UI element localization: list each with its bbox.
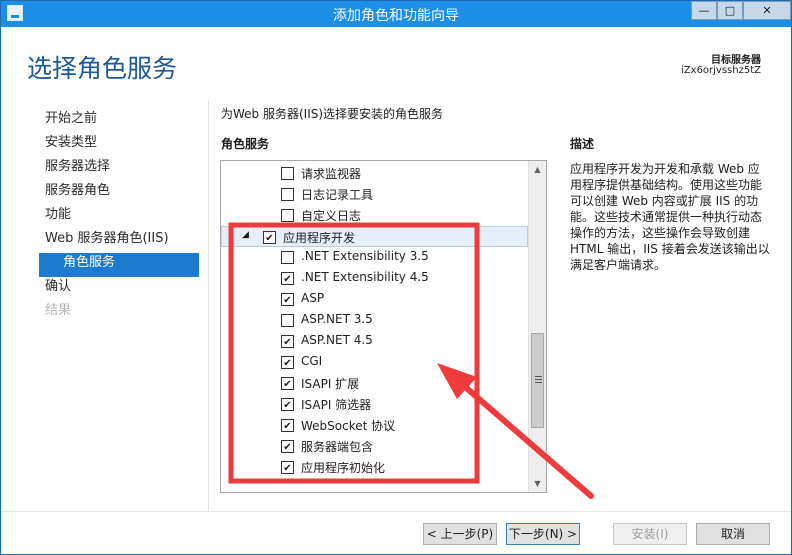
tree-row-label: .NET Extensibility 3.5 <box>301 249 429 263</box>
tree-row-label: CGI <box>301 354 323 368</box>
checkbox[interactable] <box>281 335 294 348</box>
tree-row-app-development[interactable]: ◢ 应用程序开发 <box>221 226 528 247</box>
nav-item-features[interactable]: 功能 <box>39 205 199 229</box>
window-title: 添加角色和功能向导 <box>333 8 459 24</box>
previous-button[interactable]: < 上一步(P) <box>423 523 497 545</box>
nav-item-installation-type[interactable]: 安装类型 <box>39 133 199 157</box>
nav-item-before-you-begin[interactable]: 开始之前 <box>39 109 199 133</box>
tree-row-label: 应用程序开发 <box>283 231 356 245</box>
tree-row-label: .NET Extensibility 4.5 <box>301 270 429 284</box>
tree-row[interactable]: 请求监视器 <box>221 163 528 184</box>
tree-row[interactable]: ASP.NET 4.5 <box>221 331 528 352</box>
minimize-button[interactable]: — <box>691 1 717 20</box>
tree-row-label: ISAPI 扩展 <box>301 377 360 391</box>
description-text: 应用程序开发为开发和承载 Web 应用程序提供基础结构。使用这些功能可以创建 W… <box>570 162 770 272</box>
tree-row[interactable]: ASP.NET 3.5 <box>221 310 528 331</box>
tree-row[interactable]: ASP <box>221 289 528 310</box>
checkbox[interactable] <box>281 188 294 201</box>
scroll-up-arrow-icon[interactable]: ▲ <box>529 161 546 178</box>
intro-text: 为Web 服务器(IIS)选择要安装的角色服务 <box>221 107 444 121</box>
page-title: 选择角色服务 <box>27 54 178 83</box>
nav-item-results: 结果 <box>45 303 72 318</box>
title-bar: 添加角色和功能向导 — □ ✕ <box>1 1 791 27</box>
wizard-nav: 开始之前 安装类型 服务器选择 服务器角色 功能 Web 服务器角色(IIS) … <box>39 109 199 325</box>
checkbox[interactable] <box>281 314 294 327</box>
next-button[interactable]: 下一步(N) > <box>506 523 580 545</box>
tree-row[interactable]: 服务器端包含 <box>221 436 528 457</box>
scroll-down-arrow-icon[interactable]: ▼ <box>529 475 546 492</box>
checkbox[interactable] <box>281 293 294 306</box>
tree-row[interactable]: ISAPI 扩展 <box>221 373 528 394</box>
cancel-button[interactable]: 取消 <box>696 523 770 545</box>
nav-item-server-roles[interactable]: 服务器角色 <box>39 181 199 205</box>
nav-divider <box>208 101 209 511</box>
tree-row[interactable]: CGI <box>221 352 528 373</box>
install-button: 安装(I) <box>613 523 687 545</box>
footer-divider <box>1 511 791 512</box>
checkbox[interactable] <box>281 209 294 222</box>
checkbox[interactable] <box>281 419 294 432</box>
tree-row[interactable]: 自定义日志 <box>221 205 528 226</box>
target-server-name: iZx6orjvsshz5tZ <box>681 65 761 76</box>
target-server-label: 目标服务器 <box>711 55 761 66</box>
tree-row[interactable]: 日志记录工具 <box>221 184 528 205</box>
maximize-button[interactable]: □ <box>717 1 743 20</box>
tree-row-label: 自定义日志 <box>301 209 362 223</box>
checkbox[interactable] <box>281 461 294 474</box>
tree-row-label: WebSocket 协议 <box>301 419 396 433</box>
tree-row-label: ASP.NET 3.5 <box>301 312 373 326</box>
checkbox[interactable] <box>281 272 294 285</box>
tree-row-label: ASP.NET 4.5 <box>301 333 373 347</box>
checkbox[interactable] <box>281 440 294 453</box>
tree-scrollbar[interactable]: ▲ ▼ <box>528 161 546 492</box>
role-services-tree[interactable]: 请求监视器 日志记录工具 自定义日志 ◢ 应用程序开发 .NET Extensi… <box>220 160 547 493</box>
grip-icon <box>535 376 542 383</box>
tree-row[interactable]: ISAPI 筛选器 <box>221 394 528 415</box>
tree-row-label: 日志记录工具 <box>301 188 374 202</box>
nav-item-confirmation[interactable]: 确认 <box>39 277 199 301</box>
tree-row-label: ASP <box>301 291 325 305</box>
checkbox[interactable] <box>281 251 294 264</box>
nav-item-role-services[interactable]: 角色服务 <box>39 253 199 277</box>
nav-item-web-server-role[interactable]: Web 服务器角色(IIS) <box>39 229 199 253</box>
tree-row[interactable]: .NET Extensibility 4.5 <box>221 268 528 289</box>
tree-row-label: ISAPI 筛选器 <box>301 398 372 412</box>
checkbox[interactable] <box>281 377 294 390</box>
tree-row[interactable]: WebSocket 协议 <box>221 415 528 436</box>
description-header: 描述 <box>570 137 595 151</box>
tree-row-label: 应用程序初始化 <box>301 461 386 475</box>
checkbox[interactable] <box>263 231 276 244</box>
role-services-header: 角色服务 <box>221 137 270 151</box>
close-button[interactable]: ✕ <box>743 1 791 20</box>
checkbox[interactable] <box>281 167 294 180</box>
checkbox[interactable] <box>281 356 294 369</box>
collapse-triangle-icon[interactable]: ◢ <box>242 230 252 242</box>
scroll-thumb[interactable] <box>531 333 544 428</box>
nav-item-server-selection[interactable]: 服务器选择 <box>39 157 199 181</box>
tree-row[interactable]: .NET Extensibility 3.5 <box>221 247 528 268</box>
tree-row[interactable]: 应用程序初始化 <box>221 457 528 478</box>
wizard-window: 添加角色和功能向导 — □ ✕ 选择角色服务 目标服务器 iZx6orjvssh… <box>0 0 792 555</box>
tree-row-label: 服务器端包含 <box>301 440 374 454</box>
tree-row-label: 请求监视器 <box>301 167 362 181</box>
checkbox[interactable] <box>281 398 294 411</box>
